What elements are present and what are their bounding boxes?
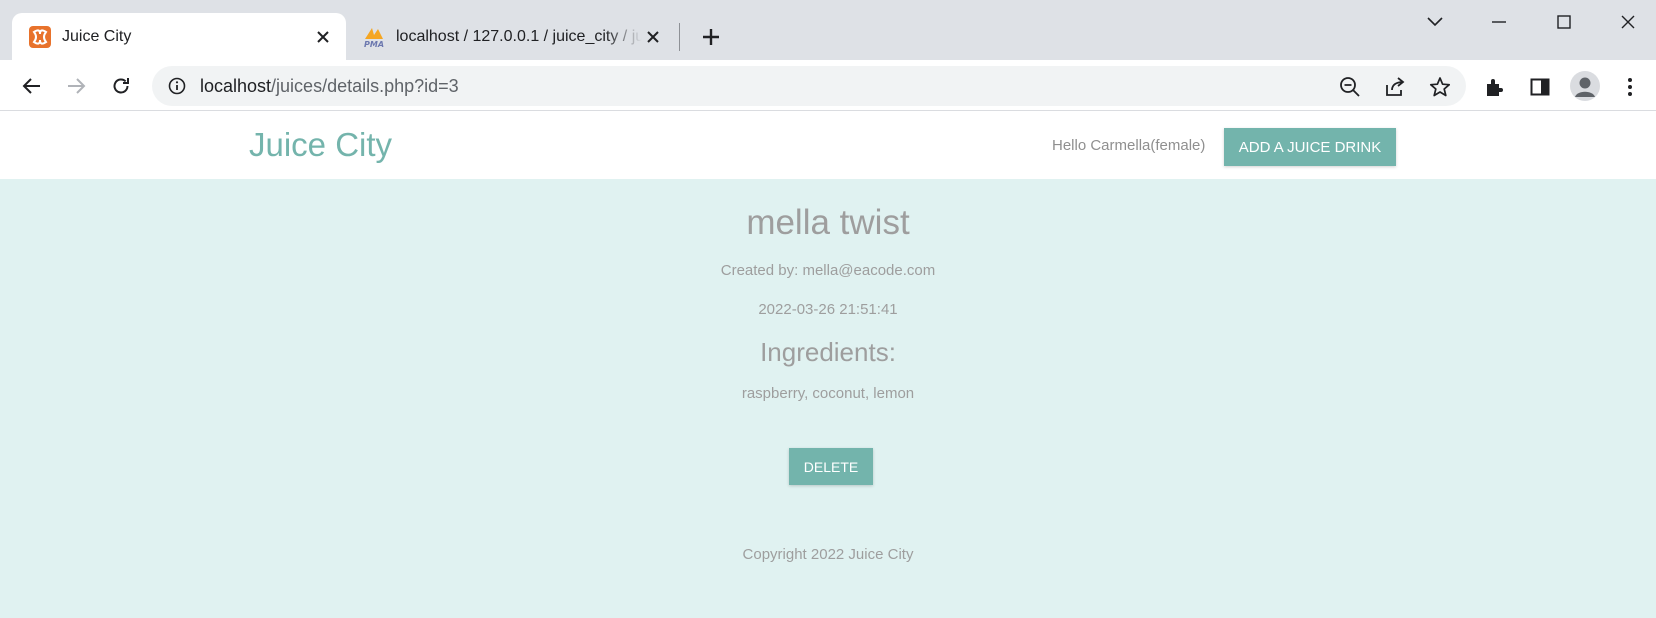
zoom-out-icon[interactable] [1338,75,1362,99]
ingredients-heading: Ingredients: [760,337,896,367]
browser-menu-icon[interactable] [1617,74,1643,100]
close-tab-icon[interactable] [312,26,334,48]
drink-title: mella twist [746,203,910,242]
side-panel-icon[interactable] [1527,74,1553,100]
url-text: localhost/juices/details.php?id=3 [200,76,459,97]
new-tab-icon[interactable] [698,24,724,50]
address-bar[interactable]: localhost/juices/details.php?id=3 [152,66,1466,106]
share-icon[interactable] [1383,75,1407,99]
maximize-icon[interactable] [1544,8,1584,36]
tab-title: localhost / 127.0.0.1 / juice_city / jui… [396,27,642,45]
reload-icon[interactable] [104,69,138,103]
back-icon[interactable] [15,69,49,103]
extensions-icon[interactable] [1482,74,1508,100]
url-host: localhost [200,76,272,96]
browser-toolbar: localhost/juices/details.php?id=3 [0,60,1656,111]
delete-button[interactable]: DELETE [789,448,873,485]
created-at: 2022-03-26 21:51:41 [758,301,898,318]
browser-tab-strip: Juice City PMA localhost / 127.0.0.1 / j… [0,0,1656,60]
site-info-icon[interactable] [166,75,188,97]
ingredients-list: raspberry, coconut, lemon [741,385,915,402]
created-by: Created by: mella@eacode.com [720,262,936,279]
brand-logo-link[interactable]: Juice City [249,126,392,164]
xampp-icon [28,25,52,49]
tab-title: Juice City [62,27,132,45]
phpmyadmin-icon: PMA [362,25,386,49]
svg-text:PMA: PMA [364,40,384,49]
close-window-icon[interactable] [1608,8,1648,36]
tab-phpmyadmin[interactable]: PMA localhost / 127.0.0.1 / juice_city /… [346,13,676,60]
add-juice-drink-button[interactable]: ADD A JUICE DRINK [1224,128,1396,166]
tab-separator [679,23,680,51]
url-path: /juices/details.php?id=3 [271,76,459,96]
user-greeting: Hello Carmella(female) [1052,137,1206,154]
minimize-icon[interactable] [1479,8,1519,36]
tab-juice-city[interactable]: Juice City [12,13,346,60]
site-header: Juice City Hello Carmella(female) ADD A … [0,111,1656,179]
profile-avatar-icon[interactable] [1570,71,1600,101]
close-tab-icon[interactable] [642,26,664,48]
tab-search-chevron-icon[interactable] [1415,8,1455,36]
bookmark-star-icon[interactable] [1428,75,1452,99]
footer-copyright: Copyright 2022 Juice City [742,546,914,563]
forward-icon[interactable] [59,69,93,103]
